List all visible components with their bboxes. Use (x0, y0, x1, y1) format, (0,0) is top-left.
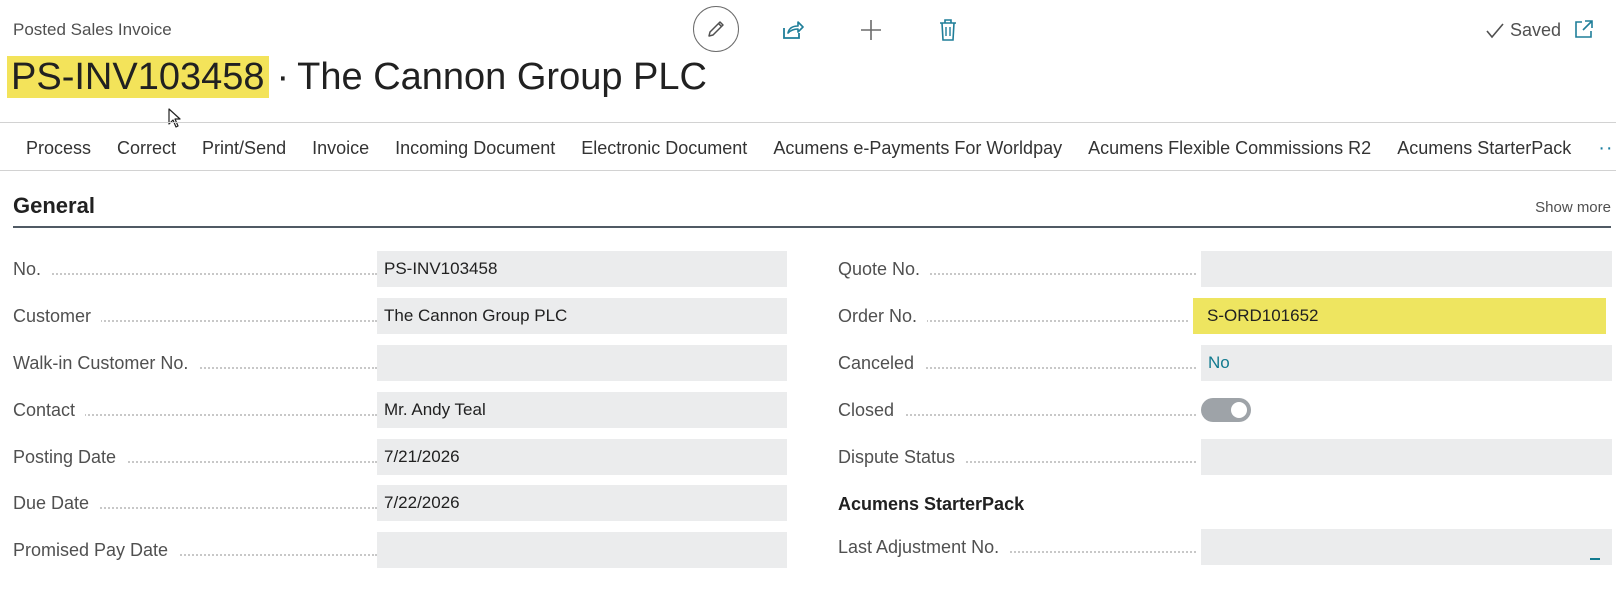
pencil-icon (708, 21, 724, 37)
menu-divider (0, 170, 1616, 171)
field-label: Quote No. (838, 259, 931, 279)
menu-item-incoming-document[interactable]: Incoming Document (382, 138, 568, 159)
saved-label: Saved (1509, 20, 1561, 40)
field-label: Canceled (838, 353, 925, 373)
field-label: Last Adjustment No. (838, 537, 1010, 557)
field-contact: Contact Mr. Andy Teal (13, 392, 787, 428)
trash-icon (940, 19, 956, 41)
field-canceled: Canceled No (838, 345, 1612, 381)
canceled-value[interactable]: No (1201, 345, 1612, 381)
field-last-adjustment-no: Last Adjustment No. (838, 529, 1612, 565)
field-walk-in-customer-no: Walk-in Customer No. (13, 345, 787, 381)
edit-button[interactable] (693, 6, 739, 52)
no-input[interactable]: PS-INV103458 (377, 251, 787, 287)
customer-input[interactable]: The Cannon Group PLC (377, 298, 787, 334)
toggle-knob (1231, 402, 1247, 418)
section-underline (13, 226, 1611, 228)
menu-item-electronic-document[interactable]: Electronic Document (568, 138, 760, 159)
order-no-input[interactable]: S-ORD101652 (1193, 298, 1606, 334)
field-posting-date: Posting Date 7/21/2026 (13, 439, 787, 475)
section-title-general[interactable]: General (13, 193, 95, 219)
field-due-date: Due Date 7/22/2026 (13, 485, 787, 521)
field-label: Posting Date (13, 447, 127, 467)
field-quote-no: Quote No. (838, 251, 1612, 287)
menu-item-acumens-e-payments[interactable]: Acumens e-Payments For Worldpay (760, 138, 1075, 159)
checkmark-icon (1486, 22, 1504, 38)
menu-item-acumens-flexible-commissions[interactable]: Acumens Flexible Commissions R2 (1075, 138, 1384, 159)
field-label: Customer (13, 306, 102, 326)
last-adjustment-no-input[interactable] (1201, 529, 1612, 565)
page-title: PS-INV103458 · The Cannon Group PLC (7, 54, 707, 100)
field-label: Closed (838, 400, 905, 420)
field-label: Due Date (13, 493, 100, 513)
field-order-no: Order No. S-ORD101652 (838, 298, 1612, 334)
action-menu: Process Correct Print/Send Invoice Incom… (13, 130, 1616, 166)
field-customer: Customer The Cannon Group PLC (13, 298, 787, 334)
field-no: No. PS-INV103458 (13, 251, 787, 287)
dispute-status-input[interactable] (1201, 439, 1612, 475)
contact-input[interactable]: Mr. Andy Teal (377, 392, 787, 428)
field-label: Order No. (838, 306, 928, 326)
due-date-input[interactable]: 7/22/2026 (377, 485, 787, 521)
new-button[interactable] (851, 10, 891, 50)
delete-button[interactable] (928, 10, 968, 50)
walk-in-customer-no-input[interactable] (377, 345, 787, 381)
promised-pay-date-input[interactable] (377, 532, 787, 568)
posting-date-input[interactable]: 7/21/2026 (377, 439, 787, 475)
field-label: No. (13, 259, 52, 279)
popout-icon (1575, 20, 1593, 38)
customer-name-title: The Cannon Group PLC (297, 56, 707, 98)
header-divider (0, 122, 1616, 123)
field-promised-pay-date: Promised Pay Date (13, 532, 787, 568)
quote-no-input[interactable] (1201, 251, 1612, 287)
field-closed: Closed (838, 392, 1612, 428)
field-label: Walk-in Customer No. (13, 353, 199, 373)
document-number: PS-INV103458 (7, 56, 269, 98)
show-more-link[interactable]: Show more (1535, 199, 1611, 216)
field-label: Dispute Status (838, 447, 966, 467)
popout-button[interactable] (1572, 17, 1596, 41)
menu-item-acumens-starterpack[interactable]: Acumens StarterPack (1384, 138, 1584, 159)
starterpack-subheading: Acumens StarterPack (838, 494, 1025, 514)
plus-icon (861, 20, 881, 40)
menu-item-correct[interactable]: Correct (104, 138, 189, 159)
title-separator: · (276, 56, 290, 98)
field-label: Promised Pay Date (13, 540, 179, 560)
closed-toggle[interactable] (1201, 398, 1251, 422)
field-label: Contact (13, 400, 86, 420)
page-caption: Posted Sales Invoice (13, 20, 172, 39)
share-button[interactable] (773, 10, 813, 50)
saved-indicator: Saved (1486, 20, 1561, 41)
lookup-icon[interactable] (1590, 558, 1600, 560)
share-icon (783, 21, 804, 39)
menu-item-invoice[interactable]: Invoice (299, 138, 382, 159)
menu-item-print-send[interactable]: Print/Send (189, 138, 299, 159)
field-dispute-status: Dispute Status (838, 439, 1612, 475)
more-options-icon[interactable]: ··· (1584, 137, 1616, 160)
menu-item-process[interactable]: Process (13, 138, 104, 159)
